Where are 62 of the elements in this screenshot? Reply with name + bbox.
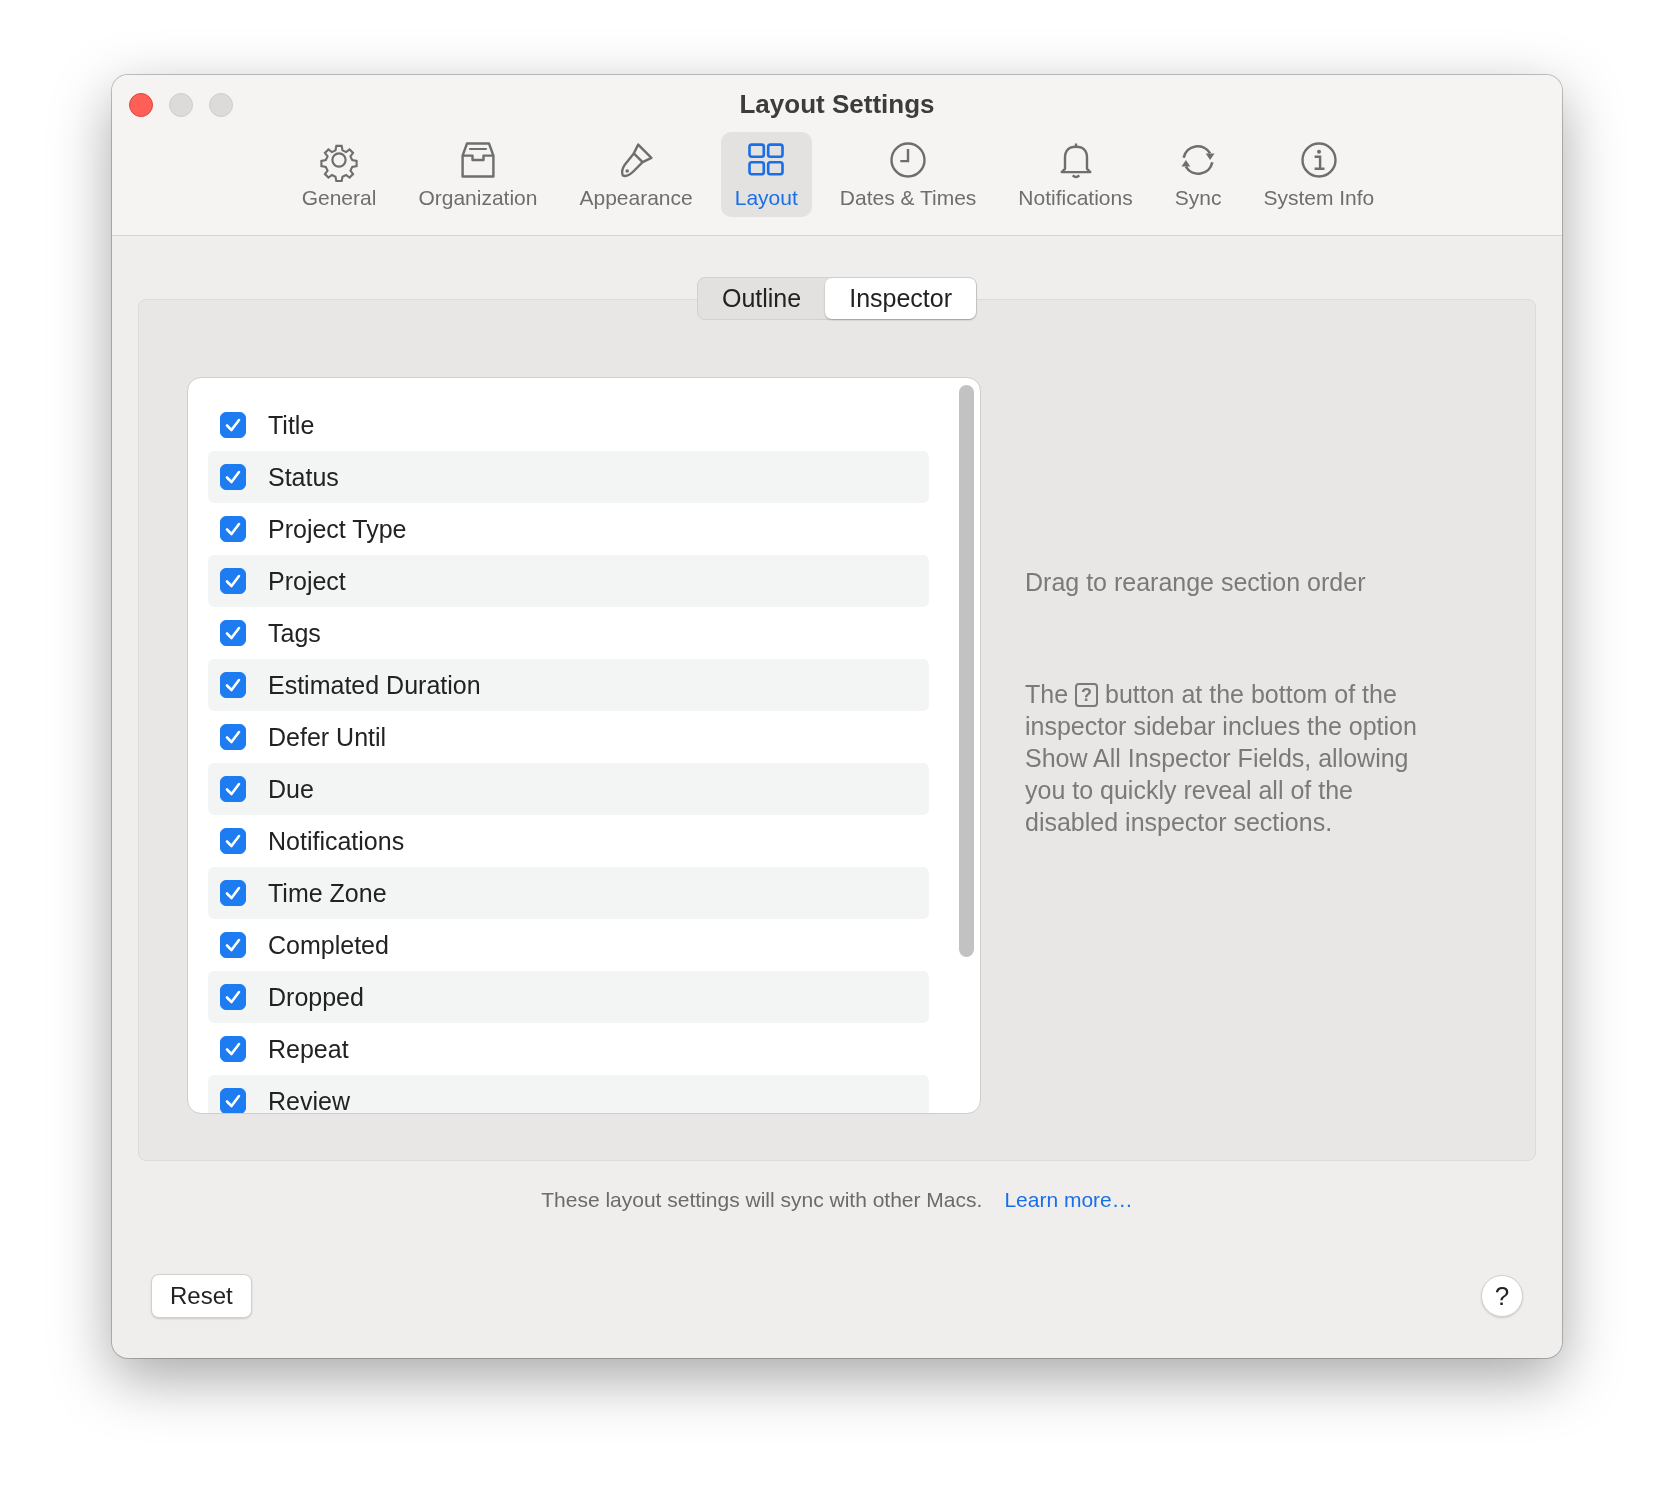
section-label: Review: [268, 1086, 350, 1113]
toolbar-tab[interactable]: Organization: [404, 132, 552, 217]
section-row[interactable]: Dropped: [208, 971, 929, 1023]
section-label: Completed: [268, 930, 389, 960]
help-button-icon: ?: [1075, 683, 1099, 707]
toolbar-tab[interactable]: Dates & Times: [825, 132, 991, 217]
checkbox[interactable]: [220, 1088, 246, 1113]
checkbox[interactable]: [220, 932, 246, 958]
toolbar-tab[interactable]: Notifications: [1004, 132, 1147, 217]
checkbox[interactable]: [220, 984, 246, 1010]
segment-tab[interactable]: Inspector: [825, 278, 977, 319]
help-button[interactable]: ?: [1481, 1275, 1523, 1317]
section-row[interactable]: Time Zone: [208, 867, 929, 919]
section-label: Defer Until: [268, 722, 387, 752]
section-row[interactable]: Repeat: [208, 1023, 929, 1075]
section-label: Estimated Duration: [268, 670, 481, 700]
checkbox[interactable]: [220, 620, 246, 646]
checkbox[interactable]: [220, 464, 246, 490]
sync-note: These layout settings will sync with other Macs.: [541, 1188, 983, 1212]
checkbox[interactable]: [220, 880, 246, 906]
section-row[interactable]: Notifications: [208, 815, 929, 867]
section-row[interactable]: Estimated Duration: [208, 659, 929, 711]
section-row[interactable]: Project Type: [208, 503, 929, 555]
checkbox[interactable]: [220, 828, 246, 854]
section-label: Title: [268, 410, 315, 440]
section-label: Dropped: [268, 982, 364, 1012]
hint-text: Drag to rearange section order: [1025, 567, 1367, 598]
checkbox[interactable]: [220, 412, 246, 438]
section-label: Project: [268, 566, 346, 596]
segment-tab[interactable]: Outline: [697, 278, 826, 319]
section-label: Due: [268, 774, 314, 804]
checkbox[interactable]: [220, 776, 246, 802]
section-row[interactable]: Review: [208, 1075, 929, 1113]
learn-more-link[interactable]: Learn more…: [1004, 1188, 1133, 1212]
section-label: Tags: [268, 618, 321, 648]
reset-button[interactable]: Reset: [151, 1274, 252, 1318]
toolbar-tab[interactable]: Layout: [720, 132, 812, 217]
section-label: Time Zone: [268, 878, 387, 908]
section-label: Repeat: [268, 1034, 349, 1064]
section-label: Notifications: [268, 826, 405, 856]
toolbar-tab[interactable]: General: [287, 132, 391, 217]
close-button[interactable]: [129, 92, 153, 117]
section-row[interactable]: Status: [208, 451, 929, 503]
checkbox[interactable]: [220, 516, 246, 542]
checkbox[interactable]: [220, 724, 246, 750]
section-row[interactable]: Title: [208, 399, 929, 451]
section-row[interactable]: Project: [208, 555, 929, 607]
section-row[interactable]: Defer Until: [208, 711, 929, 763]
section-row[interactable]: Tags: [208, 607, 929, 659]
toolbar-tab[interactable]: System Info: [1249, 132, 1389, 217]
section-row[interactable]: Due: [208, 763, 929, 815]
checkbox[interactable]: [220, 1036, 246, 1062]
toolbar-tab[interactable]: Sync: [1160, 132, 1236, 217]
toolbar-tab[interactable]: Appearance: [565, 132, 707, 217]
section-row[interactable]: Completed: [208, 919, 929, 971]
section-label: Status: [268, 462, 339, 492]
checkbox[interactable]: [220, 568, 246, 594]
checkbox[interactable]: [220, 672, 246, 698]
scrollbar-thumb[interactable]: [959, 385, 974, 957]
section-label: Project Type: [268, 514, 407, 544]
window-title: Layout Settings: [739, 89, 935, 120]
help-note: The ? button at the bottom of the inspector sidebar inclues the option Show All Inspector Fields, allowing you to quickly reveal all of the disabled inspector sections.: [1025, 679, 1418, 838]
